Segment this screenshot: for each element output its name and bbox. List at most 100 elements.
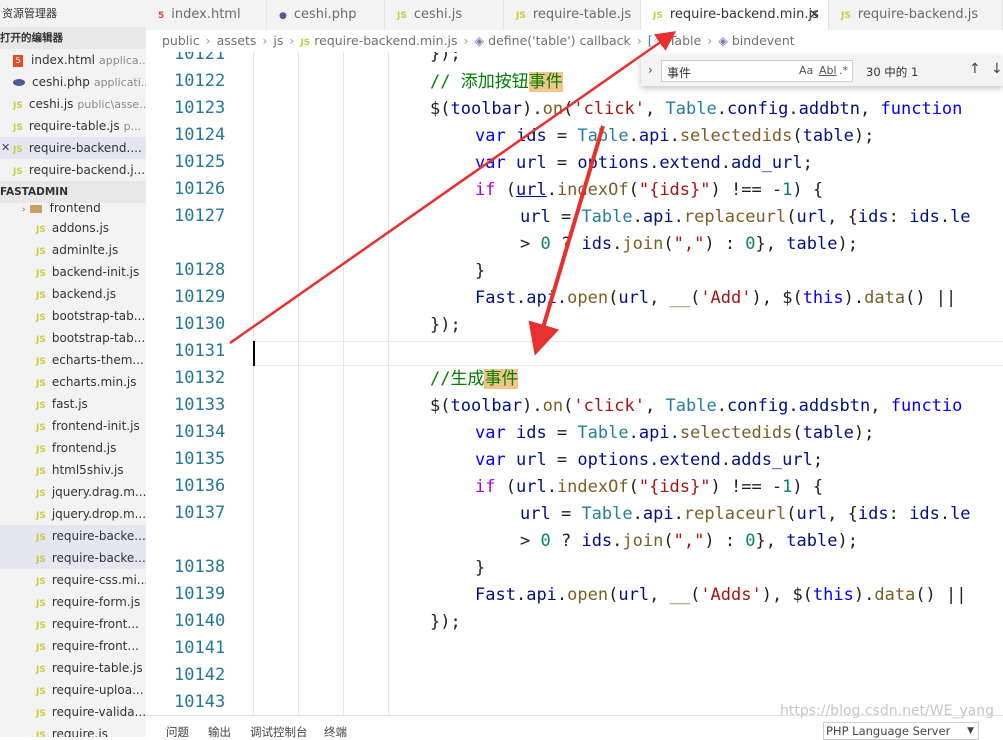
js-icon: JS <box>36 621 46 631</box>
file-name: require-backend.j... <box>28 163 146 177</box>
file-tree-item[interactable]: JS require-uploa... <box>0 679 146 701</box>
tab-label: require-table.js <box>532 7 632 22</box>
file-name: require-backe... <box>51 551 146 565</box>
file-tree-item[interactable]: JS require-form.js <box>0 591 146 613</box>
previous-match-button[interactable]: ↑ <box>969 61 981 77</box>
file-tree-item[interactable]: JS adminlte.js <box>0 239 146 261</box>
file-name: require-uploa... <box>51 683 144 697</box>
file-tree-item[interactable]: JS bootstrap-tab... <box>0 305 146 327</box>
file-tree-item[interactable]: JS jquery.drag.m... <box>0 481 146 503</box>
file-tree-item[interactable]: JS echarts-them... <box>0 349 146 371</box>
file-tree-item[interactable]: JS bootstrap-tab... <box>0 327 146 349</box>
breadcrumb-symbol[interactable]: define('table') callback <box>488 33 631 48</box>
next-match-button[interactable]: ↓ <box>991 61 1003 77</box>
js-icon: JS <box>36 489 46 499</box>
js-icon: JS <box>36 379 46 389</box>
tab-file[interactable]: JS require-backend.js <box>829 0 1003 30</box>
file-tree: JS addons.js JS adminlte.js JS backend-init.j… <box>0 217 146 737</box>
file-path: applica... <box>98 54 146 67</box>
file-name: index.html <box>31 53 95 67</box>
whole-word-toggle[interactable]: Abl <box>819 64 837 77</box>
file-name: require-css.mi... <box>51 573 146 587</box>
cube-icon: ◈ <box>474 33 485 48</box>
file-name: adminlte.js <box>51 243 119 257</box>
js-icon: JS <box>36 313 46 323</box>
file-tree-item[interactable]: JS require-backe... <box>0 525 146 547</box>
match-case-toggle[interactable]: Aa <box>799 64 813 77</box>
file-name: bootstrap-tab... <box>51 309 146 323</box>
tab-file[interactable]: JS ceshi.js <box>385 0 504 30</box>
breadcrumb-item[interactable]: public <box>162 33 200 48</box>
js-icon: JS <box>36 555 46 565</box>
js-icon: JS <box>36 731 46 737</box>
file-tree-item[interactable]: JS jquery.drop.m... <box>0 503 146 525</box>
open-editor-item[interactable]: JS ceshi.js public\asse... <box>0 93 146 115</box>
close-icon[interactable]: ✕ <box>1 137 10 159</box>
file-tree-item[interactable]: JS require-css.mi... <box>0 569 146 591</box>
file-tree-item[interactable]: JS frontend.js <box>0 437 146 459</box>
js-icon: JS <box>36 291 46 301</box>
folder-item-frontend[interactable]: › frontend <box>0 203 146 217</box>
file-tree-item[interactable]: JS require-backe... <box>0 547 146 569</box>
tab-terminal[interactable]: 终端 <box>324 724 347 740</box>
cube-icon: ◈ <box>718 33 728 48</box>
file-tree-item[interactable]: JS fast.js <box>0 393 146 415</box>
open-editor-item[interactable]: 5 index.html applica... <box>0 49 146 71</box>
file-tree-item[interactable]: JS require-front... <box>0 613 146 635</box>
breadcrumb: public › assets › js › JS require-backend.min.j… <box>146 30 1003 52</box>
file-name: require-valida... <box>51 705 146 719</box>
js-icon: JS <box>516 11 526 21</box>
js-icon: JS <box>13 145 23 155</box>
open-editor-item[interactable]: ✕ JS require-backend.... <box>0 137 146 159</box>
brackets-icon: [◦] <box>647 33 665 48</box>
file-name: require-table.js <box>51 661 143 675</box>
file-tree-item[interactable]: JS require-valida... <box>0 701 146 723</box>
js-icon: JS <box>13 123 23 133</box>
breadcrumb-symbol[interactable]: bindevent <box>732 33 795 48</box>
code-editor[interactable]: 10121 10122 10123 10124 10125 10126 10127 10128… <box>146 52 1003 715</box>
breadcrumb-symbol[interactable]: Table <box>669 33 701 48</box>
match-count: 30 中的 1 <box>866 65 919 79</box>
tab-file[interactable]: ● ceshi.php <box>267 0 385 30</box>
file-tree-item[interactable]: JS addons.js <box>0 217 146 239</box>
open-editor-item[interactable]: JS require-table.js p... <box>0 115 146 137</box>
regex-toggle[interactable]: .* <box>839 64 848 77</box>
chevron-right-icon[interactable]: › <box>648 63 653 77</box>
file-tree-item[interactable]: JS backend.js <box>0 283 146 305</box>
find-input[interactable]: 事件 Aa Abl .* <box>661 60 853 82</box>
breadcrumb-file[interactable]: require-backend.min.js <box>314 33 457 48</box>
breadcrumb-item[interactable]: js <box>273 33 283 48</box>
html5-icon: 5 <box>13 54 23 67</box>
file-tree-item[interactable]: JS backend-init.js <box>0 261 146 283</box>
tab-output[interactable]: 输出 <box>208 724 231 740</box>
tab-debug-console[interactable]: 调试控制台 <box>250 724 308 740</box>
js-icon: JS <box>36 423 46 433</box>
file-tree-item[interactable]: JS require-table.js <box>0 657 146 679</box>
file-tree-item[interactable]: JS echarts.min.js <box>0 371 146 393</box>
file-tree-item[interactable]: JS frontend-init.js <box>0 415 146 437</box>
editor-tabs: 5 index.html ● ceshi.php JS ceshi.js JS require… <box>146 0 1003 30</box>
tab-file[interactable]: JS require-table.js <box>504 0 641 30</box>
project-header[interactable]: FASTADMIN <box>0 181 146 203</box>
file-tree-item[interactable]: JS require.js <box>0 723 146 737</box>
code-lines[interactable]: }); // 添加按钮事件 $(toolbar).on('click', Tab… <box>146 52 1003 715</box>
tab-file[interactable]: 5 index.html <box>146 0 267 30</box>
open-editor-item[interactable]: ceshi.php applicati... <box>0 71 146 93</box>
open-editors-list: 5 index.html applica... ceshi.php applicati.… <box>0 49 146 181</box>
js-icon: JS <box>36 665 46 675</box>
close-icon[interactable]: ✕ <box>808 0 820 30</box>
file-name: require-front... <box>51 617 139 631</box>
open-editors-header[interactable]: 打开的编辑器 <box>0 27 146 49</box>
file-tree-item[interactable]: JS html5shiv.js <box>0 459 146 481</box>
tab-problems[interactable]: 问题 <box>166 724 189 740</box>
breadcrumb-item[interactable]: assets <box>217 33 257 48</box>
js-icon: JS <box>36 445 46 455</box>
open-editor-item[interactable]: JS require-backend.j... <box>0 159 146 181</box>
tab-label: index.html <box>171 7 241 22</box>
js-icon: JS <box>36 225 46 235</box>
output-channel-select[interactable]: PHP Language Server ▼ <box>823 722 979 740</box>
file-tree-item[interactable]: JS require-front... <box>0 635 146 657</box>
file-path: applicati... <box>93 76 146 89</box>
file-name: echarts-them... <box>51 353 144 367</box>
tab-file[interactable]: JS require-backend.min.js ✕ <box>641 0 829 30</box>
